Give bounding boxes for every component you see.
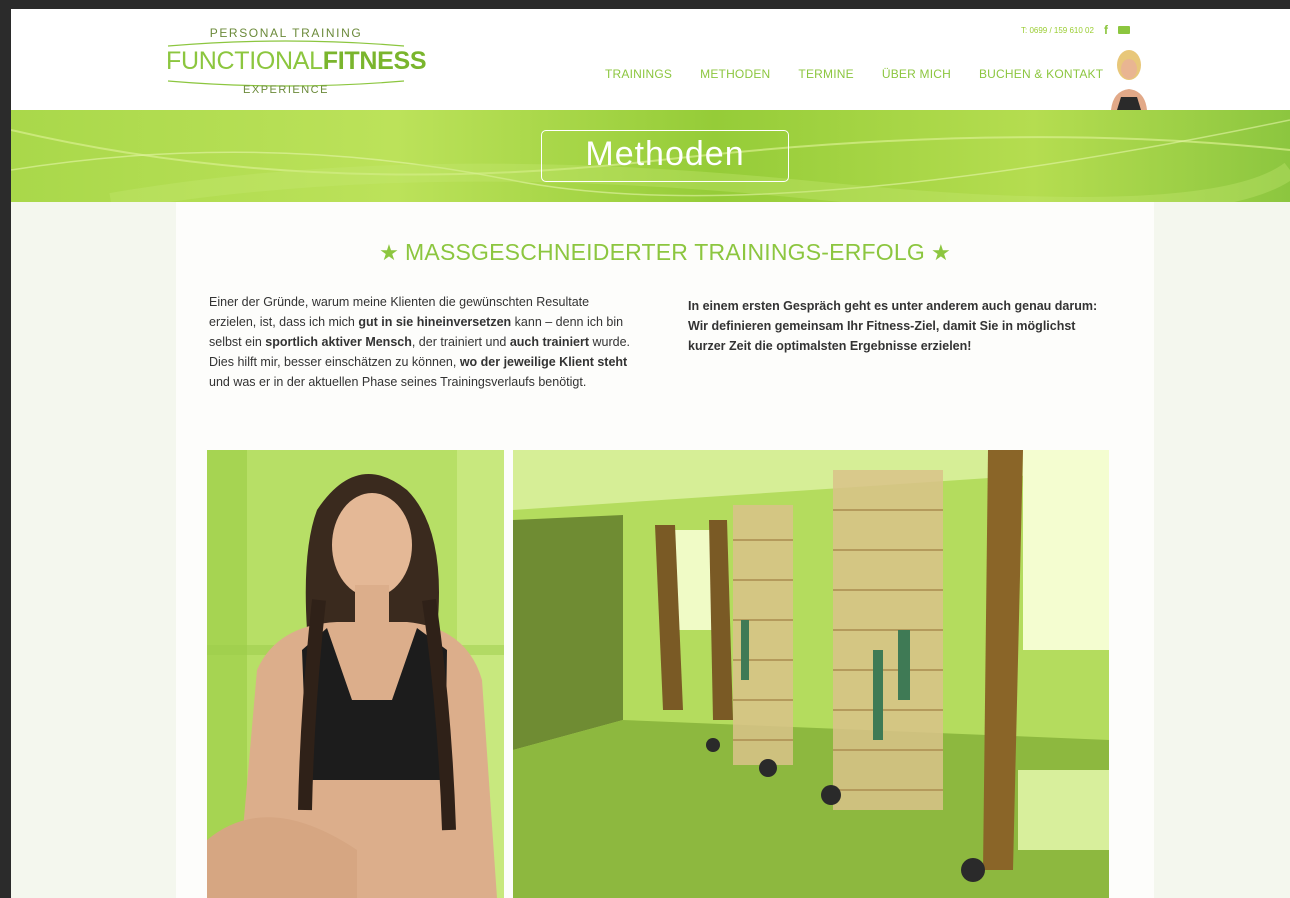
intro-text-column: Einer der Gründe, warum meine Klienten d… [209, 292, 639, 392]
banner-title: Methoden [541, 130, 789, 182]
nav-item-termine[interactable]: TERMINE [784, 67, 867, 81]
phone-number[interactable]: T: 0699 / 159 610 02 [1021, 26, 1094, 35]
star-icon: ★ [379, 240, 400, 265]
star-icon: ★ [930, 240, 951, 265]
logo-bottom-text: EXPERIENCE [243, 84, 329, 96]
nav-item-buchen-kontakt[interactable]: BUCHEN & KONTAKT [965, 67, 1117, 81]
text-bold: wo der jeweilige Klient steht [459, 355, 628, 369]
window-top-bar [0, 0, 1290, 9]
facebook-icon[interactable]: f [1104, 23, 1108, 37]
text-run: und was er in der aktuellen Phase seines… [209, 375, 587, 389]
main-nav: TRAININGS METHODEN TERMINE ÜBER MICH BUC… [605, 67, 1117, 81]
logo-main-bold: FITNESS [322, 47, 427, 75]
nav-item-trainings[interactable]: TRAININGS [605, 67, 686, 81]
logo-main-light: FUNCTIONAL [166, 47, 323, 75]
goal-text-column: In einem ersten Gespräch geht es unter a… [688, 299, 1098, 353]
woman-photo [207, 450, 504, 898]
web-page: PERSONAL TRAINING FUNCTIONALFITNESS EXPE… [11, 9, 1290, 898]
text-bold: gut in sie hineinversetzen [358, 315, 512, 329]
nav-item-methoden[interactable]: METHODEN [686, 67, 784, 81]
section-heading: ★ MASSGESCHNEIDERTER TRAININGS-ERFOLG ★ [176, 239, 1154, 266]
text-bold: auch trainiert [509, 335, 590, 349]
site-header: PERSONAL TRAINING FUNCTIONALFITNESS EXPE… [11, 9, 1290, 110]
nav-item-ueber-mich[interactable]: ÜBER MICH [868, 67, 965, 81]
main-content: ★ MASSGESCHNEIDERTER TRAININGS-ERFOLG ★ Ei… [176, 202, 1154, 898]
site-logo[interactable]: PERSONAL TRAINING FUNCTIONALFITNESS EXPE… [166, 23, 427, 103]
section-heading-text: MASSGESCHNEIDERTER TRAININGS-ERFOLG [405, 239, 925, 265]
logo-top-text: PERSONAL TRAINING [209, 26, 363, 40]
studio-photo [513, 450, 1109, 898]
mail-icon[interactable] [1117, 26, 1130, 34]
logo-main-text: FUNCTIONALFITNESS [166, 47, 427, 76]
header-contact: T: 0699 / 159 610 02 f [1021, 23, 1130, 37]
page-banner: Methoden [11, 110, 1290, 202]
text-bold: sportlich aktiver Mensch [265, 335, 412, 349]
window-left-bar [0, 0, 11, 898]
trainer-portrait [1105, 47, 1153, 110]
text-run: , der trainiert und [411, 335, 510, 349]
